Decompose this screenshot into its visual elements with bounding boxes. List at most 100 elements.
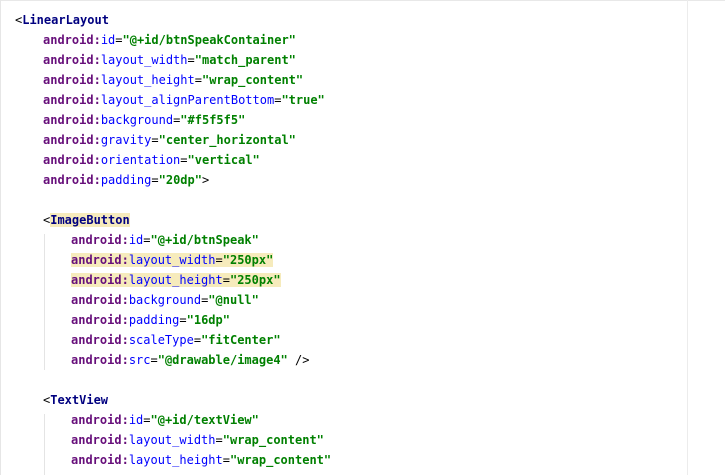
- equals-sign: =: [115, 33, 123, 47]
- attribute-name: id: [100, 33, 116, 47]
- attribute-namespace: android: [71, 313, 122, 327]
- code-line[interactable]: android:scaleType="fitCenter": [71, 330, 281, 350]
- attribute-name: background: [100, 113, 174, 127]
- namespace-colon: :: [121, 453, 129, 467]
- right-margin-guide: [687, 0, 688, 475]
- attribute-name: layout_width: [100, 53, 188, 67]
- attribute-name: layout_height: [128, 273, 223, 287]
- attribute-namespace: android: [71, 233, 122, 247]
- attribute-name: background: [128, 293, 202, 307]
- attribute-name: padding: [100, 173, 152, 187]
- attribute-value: "wrap_content": [201, 73, 304, 87]
- attribute-value: "250px": [222, 253, 274, 267]
- namespace-colon: :: [93, 113, 101, 127]
- attribute-name: padding: [128, 313, 180, 327]
- code-line[interactable]: <ImageButton: [43, 210, 130, 230]
- namespace-colon: :: [93, 53, 101, 67]
- equals-sign: =: [143, 413, 151, 427]
- tag-close-bracket: >: [201, 173, 210, 187]
- attribute-name: layout_height: [100, 73, 195, 87]
- namespace-colon: :: [121, 293, 129, 307]
- namespace-colon: :: [93, 73, 101, 87]
- code-editor[interactable]: <LinearLayout android:id="@+id/btnSpeakCo…: [0, 0, 725, 475]
- equals-sign: =: [222, 273, 230, 287]
- namespace-colon: :: [121, 273, 129, 287]
- attribute-namespace: android: [71, 453, 122, 467]
- tag-close-bracket: />: [287, 353, 310, 367]
- equals-sign: =: [193, 333, 202, 347]
- code-line[interactable]: android:layout_height="wrap_content": [43, 70, 303, 90]
- attribute-name: id: [128, 233, 144, 247]
- attribute-name: src: [128, 353, 151, 367]
- code-line[interactable]: android:layout_height="wrap_content": [71, 450, 331, 470]
- code-line[interactable]: android:layout_width="250px": [71, 250, 274, 270]
- code-line[interactable]: android:orientation="vertical": [43, 150, 260, 170]
- code-line[interactable]: android:layout_height="250px": [71, 270, 281, 290]
- equals-sign: =: [180, 153, 188, 167]
- code-line[interactable]: android:background="@null": [71, 290, 259, 310]
- attribute-name: id: [128, 413, 144, 427]
- attribute-namespace: android: [43, 33, 94, 47]
- attribute-value: "@+id/btnSpeakContainer": [122, 33, 296, 47]
- attribute-namespace: android: [43, 73, 94, 87]
- code-line[interactable]: android:background="#f5f5f5": [43, 110, 245, 130]
- attribute-value: "match_parent": [194, 53, 296, 67]
- equals-sign: =: [222, 453, 230, 467]
- attribute-value: "true": [281, 93, 325, 107]
- attribute-name: layout_width: [128, 253, 216, 267]
- code-line[interactable]: android:id="@+id/textView": [71, 410, 259, 430]
- code-line[interactable]: <TextView: [43, 390, 108, 410]
- attribute-value: "#f5f5f5": [180, 113, 246, 127]
- code-line[interactable]: android:padding="20dp">: [43, 170, 209, 190]
- attribute-name: layout_width: [128, 433, 216, 447]
- attribute-namespace: android: [71, 413, 122, 427]
- attribute-namespace: android: [43, 113, 94, 127]
- equals-sign: =: [215, 433, 223, 447]
- code-line[interactable]: android:id="@+id/btnSpeak": [71, 230, 259, 250]
- xml-tag-name: TextView: [50, 393, 109, 407]
- equals-sign: =: [194, 73, 202, 87]
- attribute-namespace: android: [71, 253, 122, 267]
- attribute-namespace: android: [43, 93, 94, 107]
- indent-guide: [44, 414, 45, 475]
- code-line[interactable]: android:id="@+id/btnSpeakContainer": [43, 30, 296, 50]
- namespace-colon: :: [121, 313, 129, 327]
- attribute-value: "20dp": [158, 173, 202, 187]
- code-line[interactable]: android:layout_width="wrap_content": [71, 430, 324, 450]
- namespace-colon: :: [121, 353, 129, 367]
- attribute-value: "@+id/btnSpeak": [150, 233, 259, 247]
- editor-left-border: [0, 0, 1, 475]
- attribute-namespace: android: [71, 333, 122, 347]
- equals-sign: =: [215, 253, 223, 267]
- attribute-value: "wrap_content": [229, 453, 332, 467]
- namespace-colon: :: [121, 333, 129, 347]
- attribute-name: layout_alignParentBottom: [100, 93, 275, 107]
- namespace-colon: :: [121, 253, 129, 267]
- attribute-value: "vertical": [187, 153, 260, 167]
- code-line[interactable]: <LinearLayout: [15, 10, 109, 30]
- namespace-colon: :: [93, 153, 101, 167]
- namespace-colon: :: [93, 133, 101, 147]
- code-line[interactable]: android:src="@drawable/image4" />: [71, 350, 309, 370]
- code-line[interactable]: android:gravity="center_horizontal": [43, 130, 296, 150]
- attribute-name: scaleType: [128, 333, 194, 347]
- attribute-value: "fitCenter": [201, 333, 281, 347]
- attribute-name: gravity: [100, 133, 152, 147]
- namespace-colon: :: [93, 93, 101, 107]
- attribute-namespace: android: [71, 433, 122, 447]
- attribute-namespace: android: [71, 353, 122, 367]
- attribute-namespace: android: [43, 53, 94, 67]
- equals-sign: =: [187, 53, 195, 67]
- attribute-value: "center_horizontal": [158, 133, 296, 147]
- namespace-colon: :: [121, 433, 129, 447]
- equals-sign: =: [151, 133, 159, 147]
- xml-tag-name: LinearLayout: [22, 13, 109, 27]
- attribute-value: "wrap_content": [222, 433, 324, 447]
- attribute-namespace: android: [43, 173, 94, 187]
- namespace-colon: :: [93, 33, 101, 47]
- code-line[interactable]: android:layout_alignParentBottom="true": [43, 90, 325, 110]
- code-line[interactable]: android:padding="16dp": [71, 310, 230, 330]
- attribute-value: "250px": [229, 273, 281, 287]
- namespace-colon: :: [121, 233, 129, 247]
- code-line[interactable]: android:layout_width="match_parent": [43, 50, 296, 70]
